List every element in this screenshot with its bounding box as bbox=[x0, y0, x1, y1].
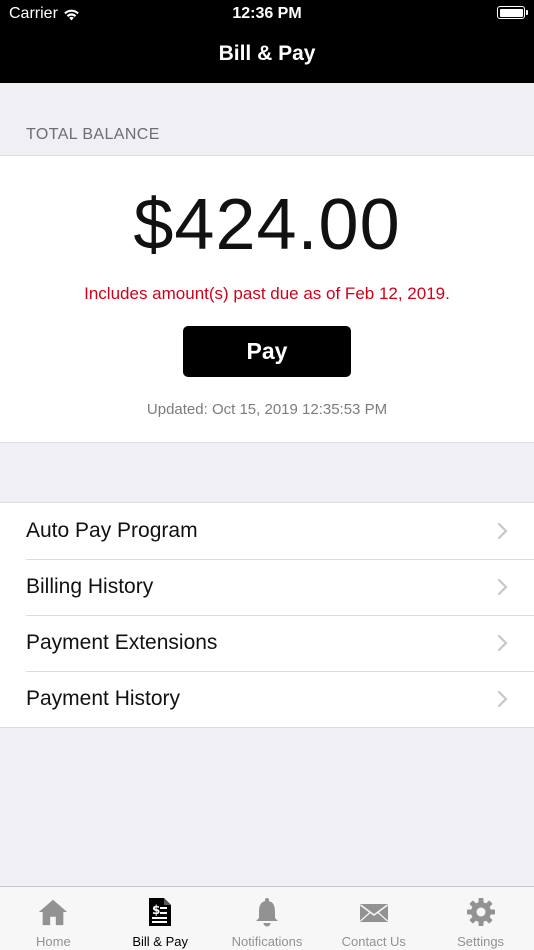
tab-label: Bill & Pay bbox=[132, 934, 188, 949]
tab-label: Notifications bbox=[231, 934, 303, 949]
menu-item-label: Billing History bbox=[26, 575, 154, 598]
menu-item-label: Payment Extensions bbox=[26, 631, 218, 654]
total-balance-label: TOTAL BALANCE bbox=[26, 126, 160, 143]
tab-home[interactable]: Home bbox=[0, 887, 107, 950]
balance-amount: $424.00 bbox=[133, 185, 401, 265]
tab-label: Settings bbox=[457, 934, 505, 949]
balance-card: $424.00 Includes amount(s) past due as o… bbox=[0, 155, 534, 443]
home-icon bbox=[39, 899, 68, 926]
battery-icon bbox=[497, 6, 528, 19]
menu-item-payment-extensions[interactable]: Payment Extensions bbox=[0, 615, 534, 671]
chevron-right-icon bbox=[498, 579, 507, 595]
tab-settings[interactable]: Settings bbox=[427, 887, 534, 950]
chevron-right-icon bbox=[498, 635, 507, 651]
chevron-right-icon bbox=[498, 691, 507, 707]
menu-item-label: Payment History bbox=[26, 687, 181, 710]
status-time: 12:36 PM bbox=[232, 5, 302, 22]
menu-item-auto-pay[interactable]: Auto Pay Program bbox=[0, 503, 534, 559]
bell-icon bbox=[255, 898, 278, 927]
tab-label: Contact Us bbox=[341, 934, 406, 949]
chevron-right-icon bbox=[498, 523, 507, 539]
tab-label: Home bbox=[36, 934, 71, 949]
menu-item-payment-history[interactable]: Payment History bbox=[0, 671, 534, 727]
page-title: Bill & Pay bbox=[218, 42, 316, 65]
tab-bar: Home $ Bill & Pay Notifications Contact … bbox=[0, 886, 534, 950]
tab-bill-and-pay[interactable]: $ Bill & Pay bbox=[107, 887, 214, 950]
svg-text:$: $ bbox=[152, 903, 160, 917]
bill-icon: $ bbox=[149, 898, 172, 926]
past-due-notice: Includes amount(s) past due as of Feb 12… bbox=[84, 284, 450, 303]
pay-button[interactable]: Pay bbox=[183, 326, 351, 377]
tab-notifications[interactable]: Notifications bbox=[214, 887, 321, 950]
envelope-icon bbox=[359, 904, 388, 922]
bill-and-pay-screen: Carrier 12:36 PM Bill & Pay TOTAL BALANC… bbox=[0, 0, 534, 950]
updated-timestamp: Updated: Oct 15, 2019 12:35:53 PM bbox=[146, 401, 388, 418]
status-bar: Carrier 12:36 PM bbox=[0, 0, 534, 28]
bill-menu-list: Auto Pay Program Billing History Payment… bbox=[0, 502, 534, 728]
gear-icon bbox=[466, 898, 495, 926]
menu-item-label: Auto Pay Program bbox=[26, 519, 198, 542]
tab-contact-us[interactable]: Contact Us bbox=[320, 887, 427, 950]
menu-item-billing-history[interactable]: Billing History bbox=[0, 559, 534, 615]
header: Carrier 12:36 PM Bill & Pay bbox=[0, 0, 534, 83]
